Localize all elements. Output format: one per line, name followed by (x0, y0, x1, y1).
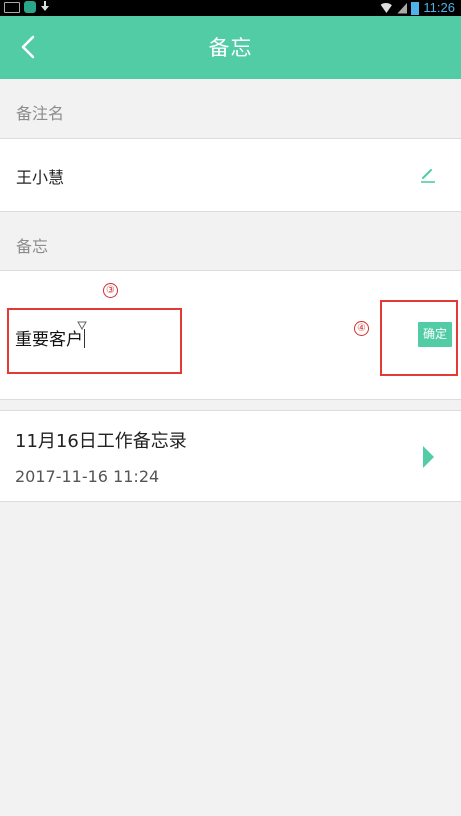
download-icon (40, 1, 50, 13)
app-notification-icon (24, 1, 36, 13)
annotation-box-input (7, 308, 182, 374)
app-header: 备忘 (0, 16, 461, 79)
remark-name-value: 王小慧 (16, 168, 65, 187)
annotation-box-confirm (380, 300, 458, 376)
play-arrow-icon[interactable] (423, 446, 434, 468)
status-time: 11:26 (423, 0, 455, 15)
page-title: 备忘 (208, 36, 253, 60)
memo-row: 重要客户 确定 ③ ④ (0, 270, 461, 400)
record-date: 2017-11-16 11:24 (15, 467, 160, 486)
battery-icon (411, 1, 420, 15)
memo-record-item[interactable]: 11月16日工作备忘录 2017-11-16 11:24 (0, 410, 461, 502)
keyboard-icon (4, 1, 20, 13)
annotation-marker-3: ③ (103, 283, 118, 298)
annotation-marker-4: ④ (354, 321, 369, 336)
signal-icon (397, 2, 408, 14)
status-bar: 11:26 (0, 0, 461, 16)
remark-name-label: 备注名 (16, 104, 65, 123)
wifi-icon (379, 3, 394, 13)
record-title: 11月16日工作备忘录 (15, 431, 187, 452)
remark-name-row[interactable]: 王小慧 (0, 138, 461, 212)
memo-label: 备忘 (16, 237, 49, 256)
pencil-icon[interactable] (419, 166, 437, 184)
